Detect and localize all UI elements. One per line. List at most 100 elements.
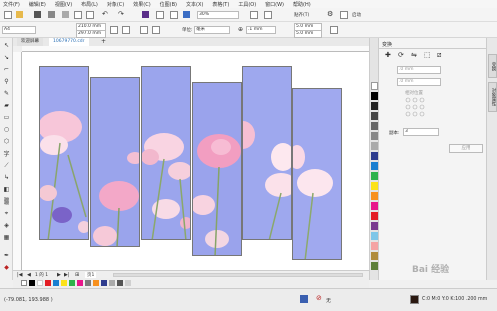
menu-effects[interactable]: 效果(C) — [133, 1, 150, 8]
color-swatch[interactable] — [371, 212, 378, 220]
new-document-icon[interactable] — [4, 11, 12, 19]
zoom-tool-icon[interactable]: ⚲ — [3, 78, 10, 85]
tab-document[interactable]: 10679770.cdr — [49, 38, 89, 46]
color-swatch[interactable] — [371, 92, 378, 100]
menu-table[interactable]: 表格(T) — [212, 1, 229, 8]
color-swatch[interactable] — [371, 112, 378, 120]
color-swatch[interactable] — [371, 192, 378, 200]
color-swatch[interactable] — [371, 142, 378, 150]
ellipse-tool-icon[interactable]: ○ — [3, 126, 10, 133]
import-icon[interactable] — [156, 11, 164, 19]
paste-icon[interactable] — [86, 11, 94, 19]
rulers-icon[interactable] — [264, 11, 272, 19]
outline-color-swatch[interactable] — [410, 295, 419, 304]
copies-field[interactable]: 3 — [403, 128, 439, 136]
rotate-icon[interactable]: ⟳ — [398, 51, 404, 59]
position-icon[interactable]: ✚ — [385, 51, 391, 59]
color-swatch[interactable] — [45, 280, 51, 286]
tab-welcome-screen[interactable]: 欢迎屏幕 — [17, 38, 43, 46]
color-swatch[interactable] — [371, 252, 378, 260]
redo-icon[interactable]: ↷ — [118, 10, 124, 18]
menu-text[interactable]: 文本(X) — [186, 1, 203, 8]
smart-fill-icon[interactable]: ▰ — [3, 102, 10, 109]
menu-object[interactable]: 对象(C) — [107, 1, 124, 8]
page-height-field[interactable]: 297.0 mm — [76, 30, 106, 38]
color-swatch[interactable] — [371, 182, 378, 190]
save-icon[interactable] — [34, 11, 41, 18]
corel-connect-icon[interactable] — [142, 11, 149, 18]
image-strip[interactable] — [192, 82, 242, 256]
color-swatch[interactable] — [371, 102, 378, 110]
menu-help[interactable]: 帮助(H) — [293, 1, 311, 8]
page-size-select[interactable]: A4 — [2, 26, 36, 34]
position-x-field[interactable]: .0 mm — [397, 66, 441, 74]
print-icon[interactable] — [48, 11, 55, 18]
eyedropper-icon[interactable]: ⌖ — [3, 210, 10, 217]
menu-edit[interactable]: 编辑(E) — [29, 1, 46, 8]
color-swatch[interactable] — [85, 280, 91, 286]
open-folder-icon[interactable] — [16, 11, 23, 18]
transparency-icon[interactable]: ▒ — [3, 198, 10, 205]
color-swatch[interactable] — [101, 280, 107, 286]
outline-pen-icon[interactable]: ✒ — [3, 252, 10, 259]
color-swatch[interactable] — [371, 202, 378, 210]
color-swatch[interactable] — [77, 280, 83, 286]
freehand-tool-icon[interactable]: ✎ — [3, 90, 10, 97]
fill-none-icon[interactable]: ⊘ — [316, 294, 322, 302]
skew-icon[interactable]: ⧄ — [437, 51, 441, 60]
connector-tool-icon[interactable]: ↳ — [3, 174, 10, 181]
image-strip[interactable] — [39, 66, 89, 240]
color-swatch[interactable] — [371, 242, 378, 250]
publish-pdf-icon[interactable] — [183, 11, 190, 18]
cut-icon[interactable] — [62, 11, 69, 18]
color-swatch[interactable] — [117, 280, 123, 286]
rectangle-tool-icon[interactable]: ▭ — [3, 114, 10, 121]
drop-shadow-icon[interactable]: ◧ — [3, 186, 10, 193]
fill-bucket-icon[interactable]: ◆ — [3, 264, 10, 271]
color-swatch[interactable] — [371, 262, 378, 270]
tab-object-properties[interactable]: 对象属性 — [488, 82, 497, 112]
landscape-icon[interactable] — [122, 26, 130, 34]
color-swatch[interactable] — [371, 122, 378, 130]
menu-layout[interactable]: 布局(L) — [81, 1, 98, 8]
no-color-swatch[interactable] — [21, 280, 27, 286]
display-icon[interactable] — [300, 295, 308, 303]
color-swatch[interactable] — [371, 162, 378, 170]
scale-mirror-icon[interactable]: ⇋ — [411, 51, 417, 59]
image-strip[interactable] — [242, 66, 292, 240]
menu-view[interactable]: 视图(V) — [55, 1, 72, 8]
apply-button[interactable]: 应用 — [449, 144, 483, 153]
image-strip[interactable] — [292, 88, 342, 260]
color-swatch[interactable] — [61, 280, 67, 286]
menu-window[interactable]: 窗口(W) — [265, 1, 284, 8]
menu-bitmaps[interactable]: 位图(B) — [160, 1, 177, 8]
color-swatch[interactable] — [371, 172, 378, 180]
pick-tool-icon[interactable]: ↖ — [3, 42, 10, 49]
undo-icon[interactable]: ↶ — [102, 10, 108, 18]
color-swatch[interactable] — [371, 82, 378, 90]
horizontal-scrollbar[interactable] — [113, 273, 363, 277]
add-tab-icon[interactable]: + — [101, 38, 106, 45]
color-swatch[interactable] — [93, 280, 99, 286]
parallel-dimension-icon[interactable]: ⟋ — [3, 162, 10, 169]
menu-file[interactable]: 文件(F) — [3, 1, 20, 8]
size-icon[interactable]: ⬚ — [424, 51, 431, 59]
current-page-icon[interactable] — [152, 26, 160, 34]
color-swatch[interactable] — [29, 280, 35, 286]
color-swatch[interactable] — [53, 280, 59, 286]
export-icon[interactable] — [170, 11, 178, 19]
options-icon[interactable] — [330, 26, 338, 34]
options-gear-icon[interactable]: ⚙ — [327, 10, 333, 18]
mesh-fill-icon[interactable]: ▦ — [3, 234, 10, 241]
launch-menu[interactable]: 启动 — [352, 12, 361, 18]
launch-icon[interactable] — [340, 11, 348, 19]
copy-icon[interactable] — [74, 11, 82, 19]
all-pages-icon[interactable] — [140, 26, 148, 34]
portrait-icon[interactable] — [110, 26, 118, 34]
vertical-ruler[interactable] — [13, 52, 22, 270]
position-y-field[interactable]: .0 mm — [397, 78, 441, 86]
snap-to-menu[interactable]: 贴齐(T) — [294, 12, 309, 18]
color-swatch[interactable] — [37, 280, 43, 286]
shape-tool-icon[interactable]: ↘ — [3, 54, 10, 61]
anchor-grid[interactable] — [405, 97, 425, 117]
